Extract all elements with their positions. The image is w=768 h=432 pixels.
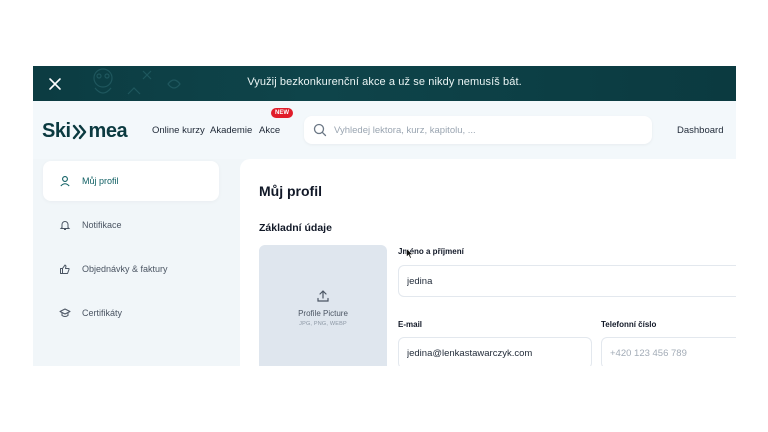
search-icon <box>313 123 327 137</box>
email-label: E-mail <box>398 320 423 329</box>
profile-picture-hint: JPG, PNG, WEBP <box>299 321 347 327</box>
top-header: Ski mea Online kurzy Akademie Akce NEW D… <box>33 101 736 159</box>
thumbs-up-icon <box>58 262 72 276</box>
user-icon <box>58 174 72 188</box>
email-field[interactable] <box>398 337 592 366</box>
nav-online-kurzy[interactable]: Online kurzy <box>152 125 205 136</box>
sidebar-item-muj-profil[interactable]: Můj profil <box>43 161 219 201</box>
main-content: Můj profil Základní údaje Profile Pictur… <box>240 159 736 366</box>
new-badge: NEW <box>271 108 293 118</box>
profile-picture-upload[interactable]: Profile Picture JPG, PNG, WEBP <box>259 245 387 366</box>
profile-picture-label: Profile Picture <box>298 309 348 318</box>
section-title: Základní údaje <box>259 222 332 234</box>
sidebar: Můj profil Notifikace Objednávky & faktu… <box>33 159 233 366</box>
sidebar-item-notifikace[interactable]: Notifikace <box>43 205 219 245</box>
sidebar-item-label: Můj profil <box>82 176 119 186</box>
nav-akce[interactable]: Akce <box>259 125 280 136</box>
graduation-cap-icon <box>58 306 72 320</box>
bell-icon <box>58 218 72 232</box>
sidebar-item-label: Notifikace <box>82 220 122 230</box>
name-field[interactable] <box>398 265 736 297</box>
banner-text: Využij bezkonkurenční akce a už se nikdy… <box>247 76 522 88</box>
app-window: Využij bezkonkurenční akce a už se nikdy… <box>33 66 736 366</box>
promo-banner: Využij bezkonkurenční akce a už se nikdy… <box>33 66 736 101</box>
sidebar-item-objednavky[interactable]: Objednávky & faktury <box>43 249 219 289</box>
sidebar-item-label: Objednávky & faktury <box>82 264 168 274</box>
phone-label: Telefonní číslo <box>601 320 657 329</box>
logo-text-left: Ski <box>42 120 71 142</box>
search-bar[interactable] <box>304 116 652 144</box>
search-input[interactable] <box>334 116 634 144</box>
logo[interactable]: Ski mea <box>42 120 128 143</box>
logo-chevrons-icon <box>72 124 86 139</box>
sidebar-item-label: Certifikáty <box>82 308 123 318</box>
nav-akademie[interactable]: Akademie <box>210 125 252 136</box>
upload-icon <box>317 290 329 302</box>
logo-text-right: mea <box>88 120 128 142</box>
dashboard-link[interactable]: Dashboard <box>677 125 723 136</box>
page-title: Můj profil <box>259 183 322 199</box>
sidebar-item-certifikaty[interactable]: Certifikáty <box>43 293 219 333</box>
phone-field[interactable] <box>601 337 736 366</box>
mouse-cursor-icon <box>406 248 414 259</box>
